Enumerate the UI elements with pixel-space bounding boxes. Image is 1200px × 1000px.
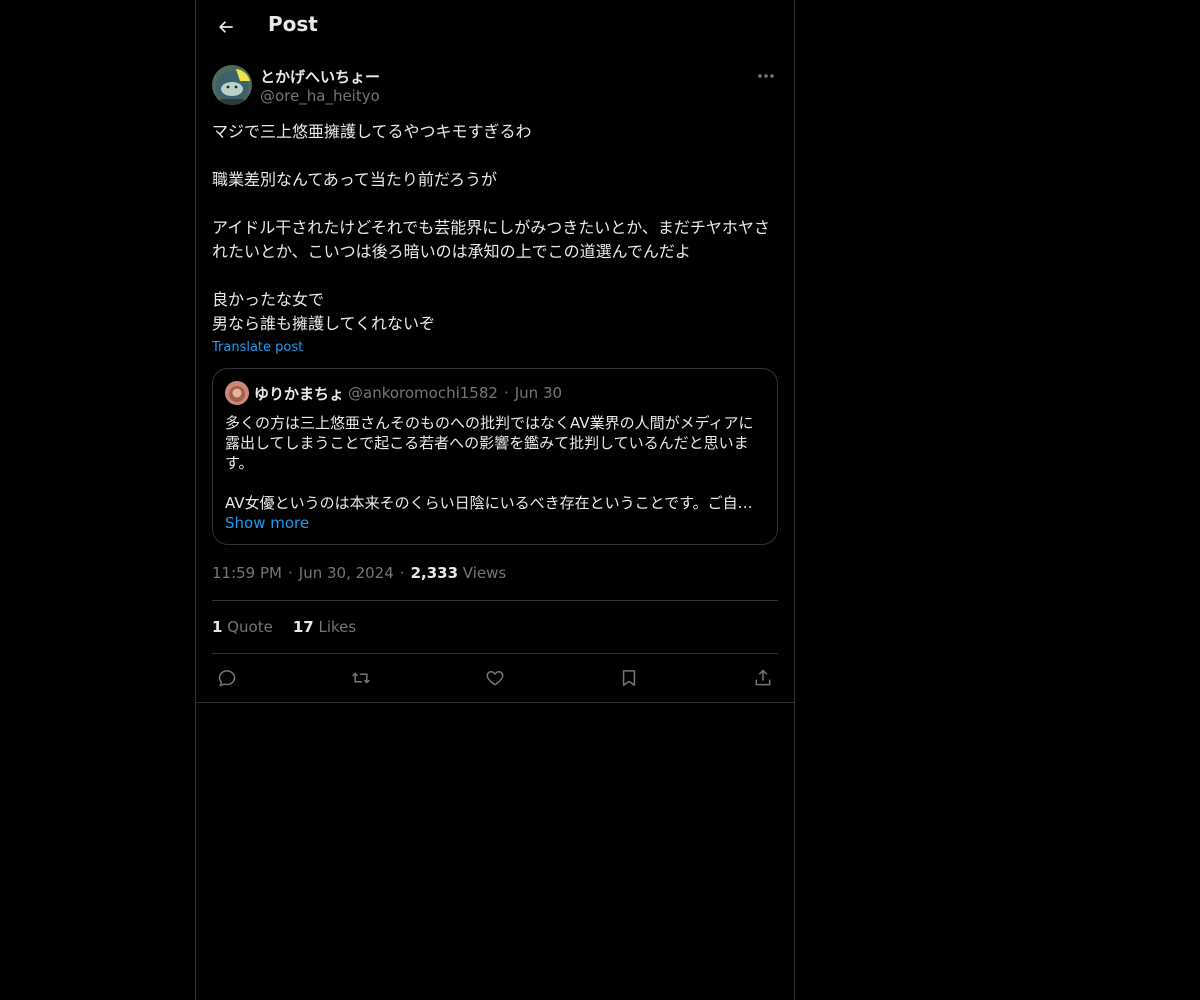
quoted-post[interactable]: ゆりかまちょ @ankoromochi1582 · Jun 30 多くの方は三上… <box>212 368 778 545</box>
repost-icon <box>350 668 372 688</box>
post-stats: 1 Quote 17 Likes <box>212 601 778 653</box>
action-bar <box>212 654 778 702</box>
post: とかげへいちょー @ore_ha_heityo マジで三上悠亜擁護してるやつキモ… <box>196 64 794 703</box>
quoted-text: 多くの方は三上悠亜さんそのものへの批判ではなくAV業界の人間がメディアに露出して… <box>225 413 765 513</box>
reply-button[interactable] <box>216 667 238 689</box>
likes-label: Likes <box>318 618 357 636</box>
post-date[interactable]: Jun 30, 2024 <box>299 564 394 582</box>
separator-dot: · <box>287 564 293 582</box>
back-button[interactable] <box>208 9 244 45</box>
quotes-count: 1 <box>212 618 223 636</box>
quoted-avatar <box>225 381 249 405</box>
avatar[interactable] <box>212 65 252 105</box>
divider <box>196 702 794 703</box>
header: Post <box>196 0 794 54</box>
bookmark-button[interactable] <box>618 667 640 689</box>
quoted-author-name: ゆりかまちょ <box>254 384 345 403</box>
quotes-label: Quote <box>227 618 273 636</box>
like-icon <box>485 668 505 688</box>
quoted-author-handle: @ankoromochi1582 <box>348 384 498 402</box>
post-text: マジで三上悠亜擁護してるやつキモすぎるわ 職業差別なんてあって当たり前だろうが … <box>212 122 770 333</box>
share-icon <box>753 668 773 688</box>
quotes-stat[interactable]: 1 Quote <box>212 618 273 636</box>
separator-dot: · <box>503 384 509 402</box>
post-time[interactable]: 11:59 PM <box>212 564 282 582</box>
views-label: Views <box>462 564 507 582</box>
translate-link[interactable]: Translate post <box>212 340 303 355</box>
reply-icon <box>217 668 237 688</box>
bookmark-icon <box>619 668 639 688</box>
likes-stat[interactable]: 17 Likes <box>293 618 356 636</box>
page-title: Post <box>268 12 318 36</box>
views-count: 2,333 <box>410 564 459 582</box>
more-icon <box>757 73 775 79</box>
author-row: とかげへいちょー @ore_ha_heityo <box>212 64 778 116</box>
show-more-link[interactable]: Show more <box>225 514 309 532</box>
quoted-post-header: ゆりかまちょ @ankoromochi1582 · Jun 30 <box>225 381 765 405</box>
repost-button[interactable] <box>350 667 372 689</box>
post-column: Post とかげへいちょー @ore_ha_heityo マジで三上悠亜擁護して… <box>195 0 795 1000</box>
post-meta: 11:59 PM · Jun 30, 2024 · 2,333 Views <box>212 564 778 584</box>
author-handle[interactable]: @ore_ha_heityo <box>260 87 380 105</box>
author-name[interactable]: とかげへいちょー <box>260 66 380 87</box>
share-button[interactable] <box>752 667 774 689</box>
back-arrow-icon <box>216 17 236 37</box>
quoted-text-body: 多くの方は三上悠亜さんそのものへの批判ではなくAV業界の人間がメディアに露出して… <box>225 414 754 472</box>
separator-dot: · <box>399 564 405 582</box>
like-button[interactable] <box>484 667 506 689</box>
quoted-date: Jun 30 <box>514 384 563 402</box>
quoted-text-truncated: AV女優というのは本来そのくらい日陰にいるべき存在ということです。ご自身… <box>225 494 765 512</box>
likes-count: 17 <box>292 618 314 636</box>
more-button[interactable] <box>754 64 778 88</box>
